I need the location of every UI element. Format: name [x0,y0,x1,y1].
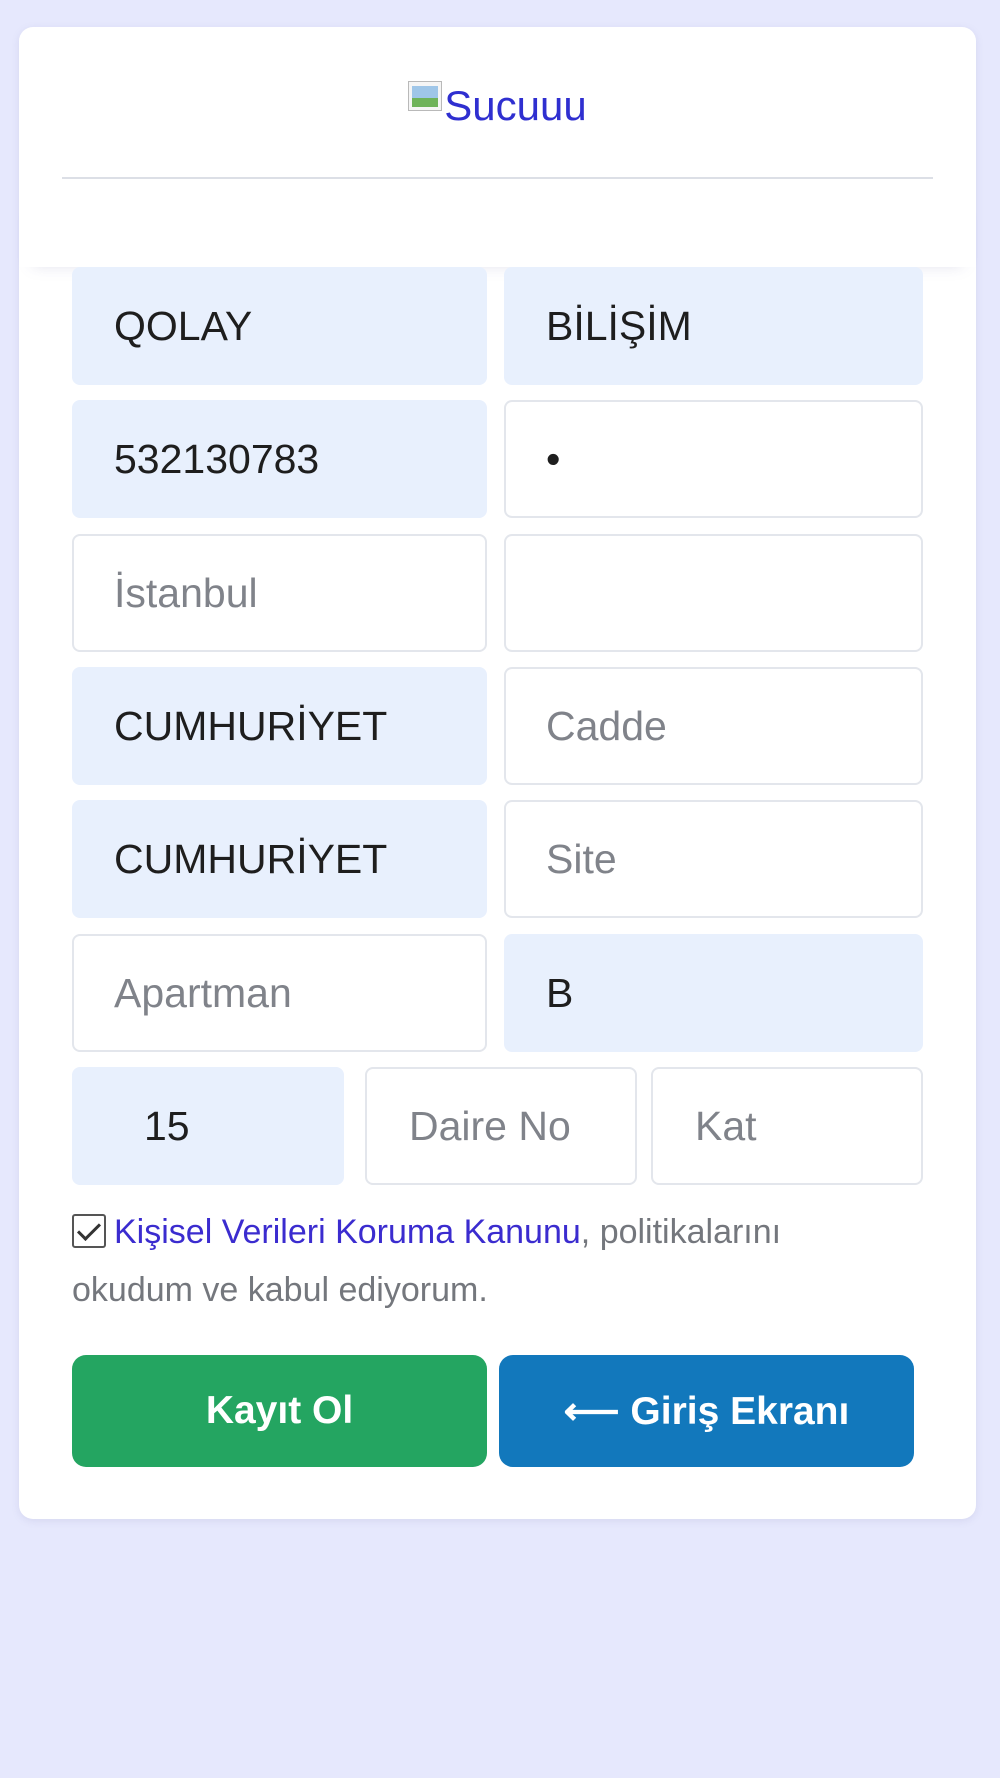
logo: Sucuuu [408,74,587,130]
broken-image-icon [408,81,443,111]
register-button[interactable]: Kayıt Ol [72,1355,487,1467]
last-name-input[interactable] [504,267,923,385]
site-input[interactable] [504,800,923,918]
password-input[interactable] [504,400,923,518]
consent-row: Kişisel Verileri Koruma Kanunu, politika… [72,1203,892,1319]
neighborhood-input[interactable] [72,667,487,785]
flat-no-input[interactable] [365,1067,637,1185]
first-name-input[interactable] [72,267,487,385]
logo-area: Sucuuu [62,27,933,179]
block-input[interactable] [504,934,923,1052]
logo-alt-text: Sucuuu [444,82,587,129]
consent-checkbox[interactable] [72,1214,106,1248]
city-select[interactable] [72,534,487,652]
building-no-input[interactable] [72,1067,344,1185]
card-header-divider [19,187,976,267]
street-input[interactable] [504,667,923,785]
floor-input[interactable] [651,1067,923,1185]
login-screen-button[interactable]: ⟵ Giriş Ekranı [499,1355,914,1467]
district-select[interactable] [504,534,923,652]
phone-input[interactable] [72,400,487,518]
avenue-input[interactable] [72,800,487,918]
apartment-input[interactable] [72,934,487,1052]
kvkk-link[interactable]: Kişisel Verileri Koruma Kanunu [114,1213,581,1251]
